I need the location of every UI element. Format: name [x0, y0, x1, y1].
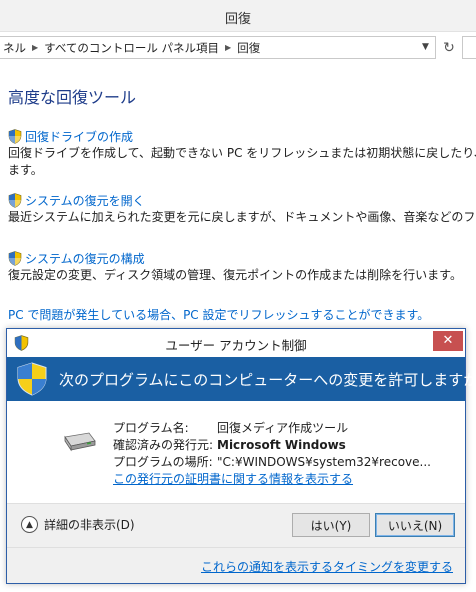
uac-shield-icon	[8, 251, 22, 266]
configure-system-restore-desc: 復元設定の変更、ディスク領域の管理、復元ポイントの作成または削除を行います。	[8, 268, 462, 282]
close-icon: ✕	[442, 333, 454, 348]
location-row: プログラムの場所: "C:¥WINDOWS¥system32¥recove...	[113, 453, 431, 470]
location-value: "C:¥WINDOWS¥system32¥recove...	[217, 455, 431, 469]
no-button[interactable]: いいえ(N)	[375, 513, 455, 537]
uac-dialog: ユーザー アカウント制御 ✕ 次のプログラムにこのコンピューターへの変更を許可し…	[6, 328, 476, 584]
chevron-right-icon[interactable]: ▶	[223, 43, 233, 52]
open-system-restore-label[interactable]: システムの復元を開く	[25, 192, 145, 209]
uac-title: ユーザー アカウント制御	[165, 338, 307, 353]
tool-open-system-restore: システムの復元を開く 最近システムに加えられた変更を元に戻しますが、ドキュメント…	[8, 192, 476, 226]
hide-details-toggle[interactable]: ▲ 詳細の非表示(D)	[21, 516, 135, 533]
uac-banner: 次のプログラムにこのコンピューターへの変更を許可しますか?	[7, 357, 476, 401]
page-title: 高度な回復ツール	[8, 88, 137, 107]
open-system-restore-link[interactable]: システムの復元を開く	[8, 192, 476, 209]
create-recovery-drive-desc-line2: ます。	[8, 163, 43, 177]
breadcrumb-all-items[interactable]: すべてのコントロール パネル項目	[40, 40, 223, 56]
open-system-restore-desc: 最近システムに加えられた変更を元に戻しますが、ドキュメントや画像、音楽などのファ…	[8, 210, 476, 224]
window-title: 回復	[224, 12, 251, 27]
refresh-button[interactable]: ↻	[439, 37, 459, 58]
certificate-info-link[interactable]: この発行元の証明書に関する情報を表示する	[113, 470, 353, 487]
location-label: プログラムの場所:	[113, 455, 213, 469]
program-name-label: プログラム名:	[113, 421, 189, 435]
uac-shield-icon	[8, 193, 22, 208]
window-titlebar: 回復	[0, 0, 476, 32]
uac-shield-icon	[8, 129, 22, 144]
address-bar: ネル ▶ すべてのコントロール パネル項目 ▶ 回復 ▼ ↻	[0, 36, 476, 60]
breadcrumb[interactable]: ネル ▶ すべてのコントロール パネル項目 ▶ 回復	[0, 36, 436, 59]
uac-titlebar: ユーザー アカウント制御 ✕	[7, 329, 465, 357]
refresh-icon: ↻	[443, 39, 455, 56]
tool-configure-system-restore: システムの復元の構成 復元設定の変更、ディスク領域の管理、復元ポイントの作成また…	[8, 250, 476, 284]
create-recovery-drive-link[interactable]: 回復ドライブの作成	[8, 128, 476, 145]
chevron-down-icon[interactable]: ▼	[422, 42, 429, 52]
uac-footer: ▲ 詳細の非表示(D) はい(Y) いいえ(N)	[7, 503, 465, 547]
search-input[interactable]	[462, 36, 476, 59]
breadcrumb-recovery[interactable]: 回復	[233, 40, 264, 56]
chevron-right-icon[interactable]: ▶	[30, 43, 40, 52]
publisher-label: 確認済みの発行元:	[113, 438, 214, 452]
program-name-value: 回復メディア作成ツール	[217, 421, 349, 435]
uac-details: プログラム名: 回復メディア作成ツール 確認済みの発行元: Microsoft Wi…	[7, 401, 465, 503]
configure-system-restore-link[interactable]: システムの復元の構成	[8, 250, 476, 267]
program-name-row: プログラム名: 回復メディア作成ツール	[113, 419, 348, 436]
create-recovery-drive-label[interactable]: 回復ドライブの作成	[25, 128, 133, 145]
chevron-up-icon: ▲	[21, 516, 38, 533]
yes-button[interactable]: はい(Y)	[292, 513, 370, 537]
drive-icon	[64, 432, 96, 452]
breadcrumb-control-panel[interactable]: ネル	[0, 40, 30, 56]
pc-settings-refresh-link[interactable]: PC で問題が発生している場合、PC 設定でリフレッシュすることができます。	[8, 306, 429, 323]
tool-create-recovery-drive: 回復ドライブの作成 回復ドライブを作成して、起動できない PC をリフレッシュま…	[8, 128, 476, 179]
hide-details-label: 詳細の非表示(D)	[44, 518, 135, 532]
create-recovery-drive-desc: 回復ドライブを作成して、起動できない PC をリフレッシュまたは初期状態に戻した…	[8, 146, 476, 160]
uac-shield-icon	[17, 362, 47, 396]
configure-system-restore-label[interactable]: システムの復元の構成	[25, 250, 145, 267]
notification-timing-link[interactable]: これらの通知を表示するタイミングを変更する	[201, 558, 453, 575]
publisher-row: 確認済みの発行元: Microsoft Windows	[113, 436, 346, 453]
uac-question: 次のプログラムにこのコンピューターへの変更を許可しますか?	[59, 371, 476, 389]
close-button[interactable]: ✕	[433, 331, 463, 351]
uac-bottom-bar: これらの通知を表示するタイミングを変更する	[7, 547, 465, 583]
publisher-value: Microsoft Windows	[217, 438, 346, 452]
